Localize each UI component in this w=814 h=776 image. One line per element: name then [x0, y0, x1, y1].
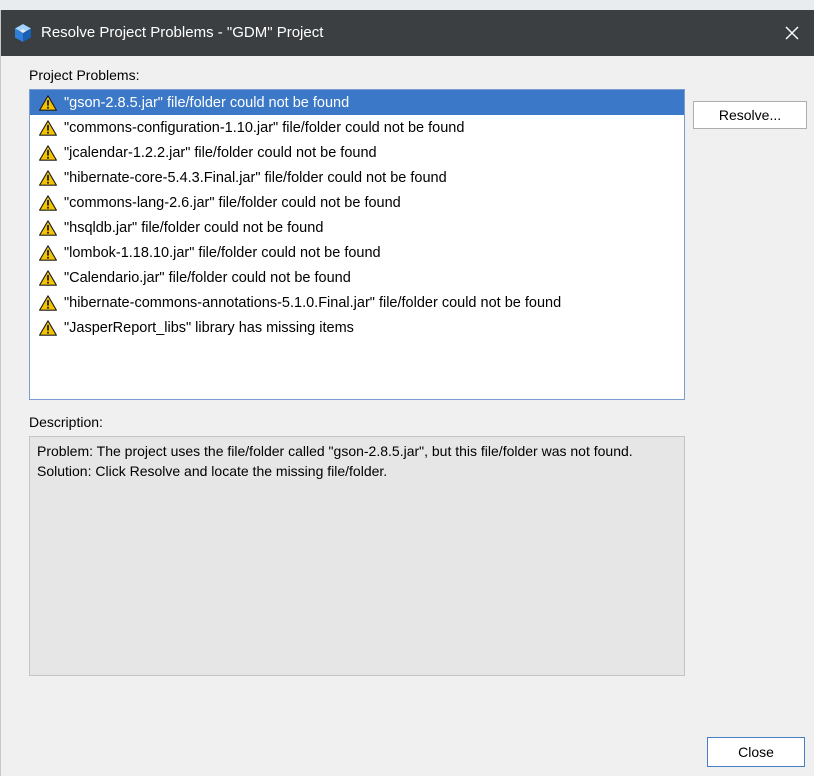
problem-list-item[interactable]: "commons-configuration-1.10.jar" file/fo…: [30, 115, 684, 140]
problem-list-item[interactable]: "gson-2.8.5.jar" file/folder could not b…: [30, 90, 684, 115]
problem-list-item[interactable]: "Calendario.jar" file/folder could not b…: [30, 265, 684, 290]
problem-text: "lombok-1.18.10.jar" file/folder could n…: [64, 244, 381, 261]
problem-list-item[interactable]: "lombok-1.18.10.jar" file/folder could n…: [30, 240, 684, 265]
problem-text: "hibernate-commons-annotations-5.1.0.Fin…: [64, 294, 562, 311]
netbeans-cube-icon: [15, 24, 31, 42]
warning-triangle-icon: [39, 319, 57, 336]
problem-text: "JasperReport_libs" library has missing …: [64, 319, 354, 336]
problem-list-item[interactable]: "hsqldb.jar" file/folder could not be fo…: [30, 215, 684, 240]
problem-list-item[interactable]: "commons-lang-2.6.jar" file/folder could…: [30, 190, 684, 215]
problem-text: "commons-lang-2.6.jar" file/folder could…: [64, 194, 401, 211]
problem-list-item[interactable]: "hibernate-core-5.4.3.Final.jar" file/fo…: [30, 165, 684, 190]
problem-list-item[interactable]: "hibernate-commons-annotations-5.1.0.Fin…: [30, 290, 684, 315]
project-problems-label: Project Problems:: [29, 67, 140, 83]
problem-text: "commons-configuration-1.10.jar" file/fo…: [64, 119, 465, 136]
problem-text: "jcalendar-1.2.2.jar" file/folder could …: [64, 144, 377, 161]
problem-text: "gson-2.8.5.jar" file/folder could not b…: [64, 94, 350, 111]
solution-description: Solution: Click Resolve and locate the m…: [37, 462, 388, 479]
warning-triangle-icon: [39, 244, 57, 261]
problem-text: "hsqldb.jar" file/folder could not be fo…: [64, 219, 324, 236]
warning-triangle-icon: [39, 294, 57, 311]
warning-triangle-icon: [39, 194, 57, 211]
problem-list-item[interactable]: "JasperReport_libs" library has missing …: [30, 315, 684, 340]
title-bar[interactable]: Resolve Project Problems - "GDM" Project: [1, 10, 814, 56]
warning-triangle-icon: [39, 94, 57, 111]
description-label: Description:: [29, 414, 103, 430]
project-problems-list[interactable]: "gson-2.8.5.jar" file/folder could not b…: [29, 89, 685, 400]
close-window-button[interactable]: [779, 20, 805, 46]
resolve-problems-dialog: Resolve Project Problems - "GDM" Project…: [0, 10, 814, 776]
problem-text: "hibernate-core-5.4.3.Final.jar" file/fo…: [64, 169, 447, 186]
warning-triangle-icon: [39, 169, 57, 186]
close-button[interactable]: Close: [707, 737, 805, 767]
problem-text: "Calendario.jar" file/folder could not b…: [64, 269, 351, 286]
problem-description: Problem: The project uses the file/folde…: [37, 443, 633, 459]
window-title: Resolve Project Problems - "GDM" Project: [41, 24, 324, 41]
warning-triangle-icon: [39, 144, 57, 161]
warning-triangle-icon: [39, 269, 57, 286]
resolve-button[interactable]: Resolve...: [693, 101, 807, 129]
warning-triangle-icon: [39, 219, 57, 236]
warning-triangle-icon: [39, 119, 57, 136]
problem-list-item[interactable]: "jcalendar-1.2.2.jar" file/folder could …: [30, 140, 684, 165]
close-icon: [785, 26, 799, 40]
description-text-area[interactable]: Problem: The project uses the file/folde…: [29, 436, 685, 676]
background-strip: [0, 0, 814, 10]
